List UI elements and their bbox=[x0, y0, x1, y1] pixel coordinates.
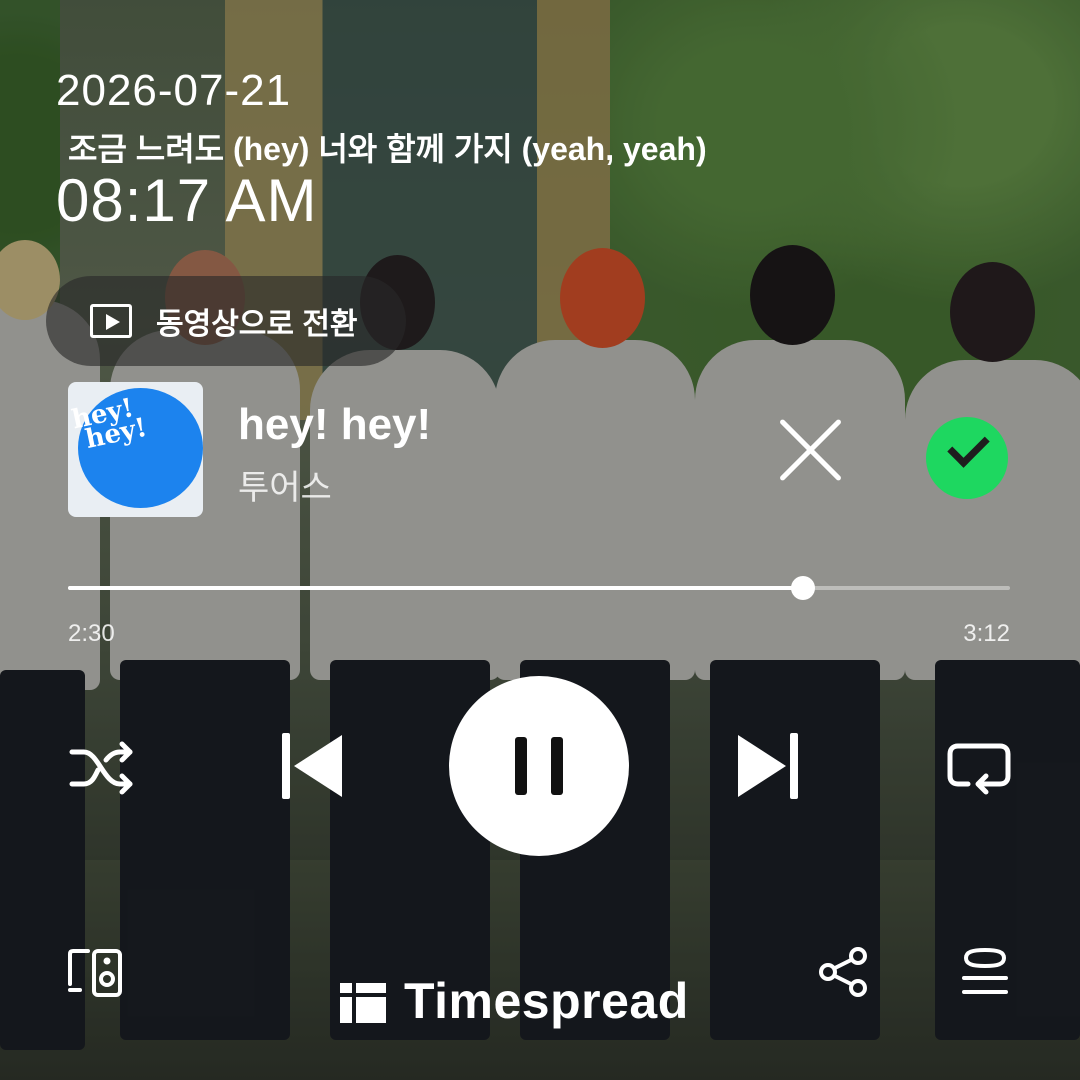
next-button[interactable] bbox=[734, 730, 802, 802]
queue-icon bbox=[962, 947, 1008, 994]
lyric-line: 조금 느려도 (hey) 너와 함께 가지 (yeah, yeah) bbox=[68, 131, 707, 167]
check-circle-icon[interactable] bbox=[926, 417, 1008, 499]
repeat-icon bbox=[947, 743, 1011, 795]
shuffle-button[interactable] bbox=[66, 736, 138, 800]
close-icon[interactable] bbox=[772, 412, 848, 488]
clock-time: 08:17 AM bbox=[56, 167, 318, 234]
total-duration: 3:12 bbox=[963, 620, 1010, 647]
share-button[interactable] bbox=[818, 946, 870, 998]
pause-button[interactable] bbox=[449, 676, 629, 856]
song-title[interactable]: hey! hey! bbox=[238, 400, 431, 450]
brand-logo-icon bbox=[340, 979, 386, 1023]
switch-to-video-button[interactable]: 동영상으로 전환 bbox=[46, 276, 406, 366]
previous-button[interactable] bbox=[278, 730, 346, 802]
album-art[interactable]: hey! hey! bbox=[68, 382, 203, 517]
devices-icon bbox=[68, 949, 122, 997]
share-icon bbox=[819, 947, 867, 997]
progress-knob[interactable] bbox=[790, 576, 815, 600]
skip-previous-icon bbox=[282, 733, 342, 799]
repeat-button[interactable] bbox=[945, 736, 1013, 800]
progress-fill bbox=[68, 586, 803, 590]
brand-name: Timespread bbox=[404, 973, 689, 1029]
devices-button[interactable] bbox=[66, 948, 126, 998]
progress-slider[interactable] bbox=[68, 576, 1010, 600]
pause-icon bbox=[515, 737, 563, 795]
switch-to-video-label: 동영상으로 전환 bbox=[156, 308, 358, 341]
elapsed-time: 2:30 bbox=[68, 620, 115, 647]
queue-button[interactable] bbox=[960, 947, 1010, 996]
album-art-lettering: hey! hey! bbox=[69, 393, 150, 457]
video-play-icon bbox=[90, 304, 132, 338]
artist-name[interactable]: 투어스 bbox=[238, 460, 332, 509]
brand-logo: Timespread bbox=[340, 973, 689, 1029]
skip-next-icon bbox=[738, 733, 798, 799]
shuffle-icon bbox=[69, 741, 133, 795]
date-label: 2026-07-21 bbox=[56, 66, 292, 115]
